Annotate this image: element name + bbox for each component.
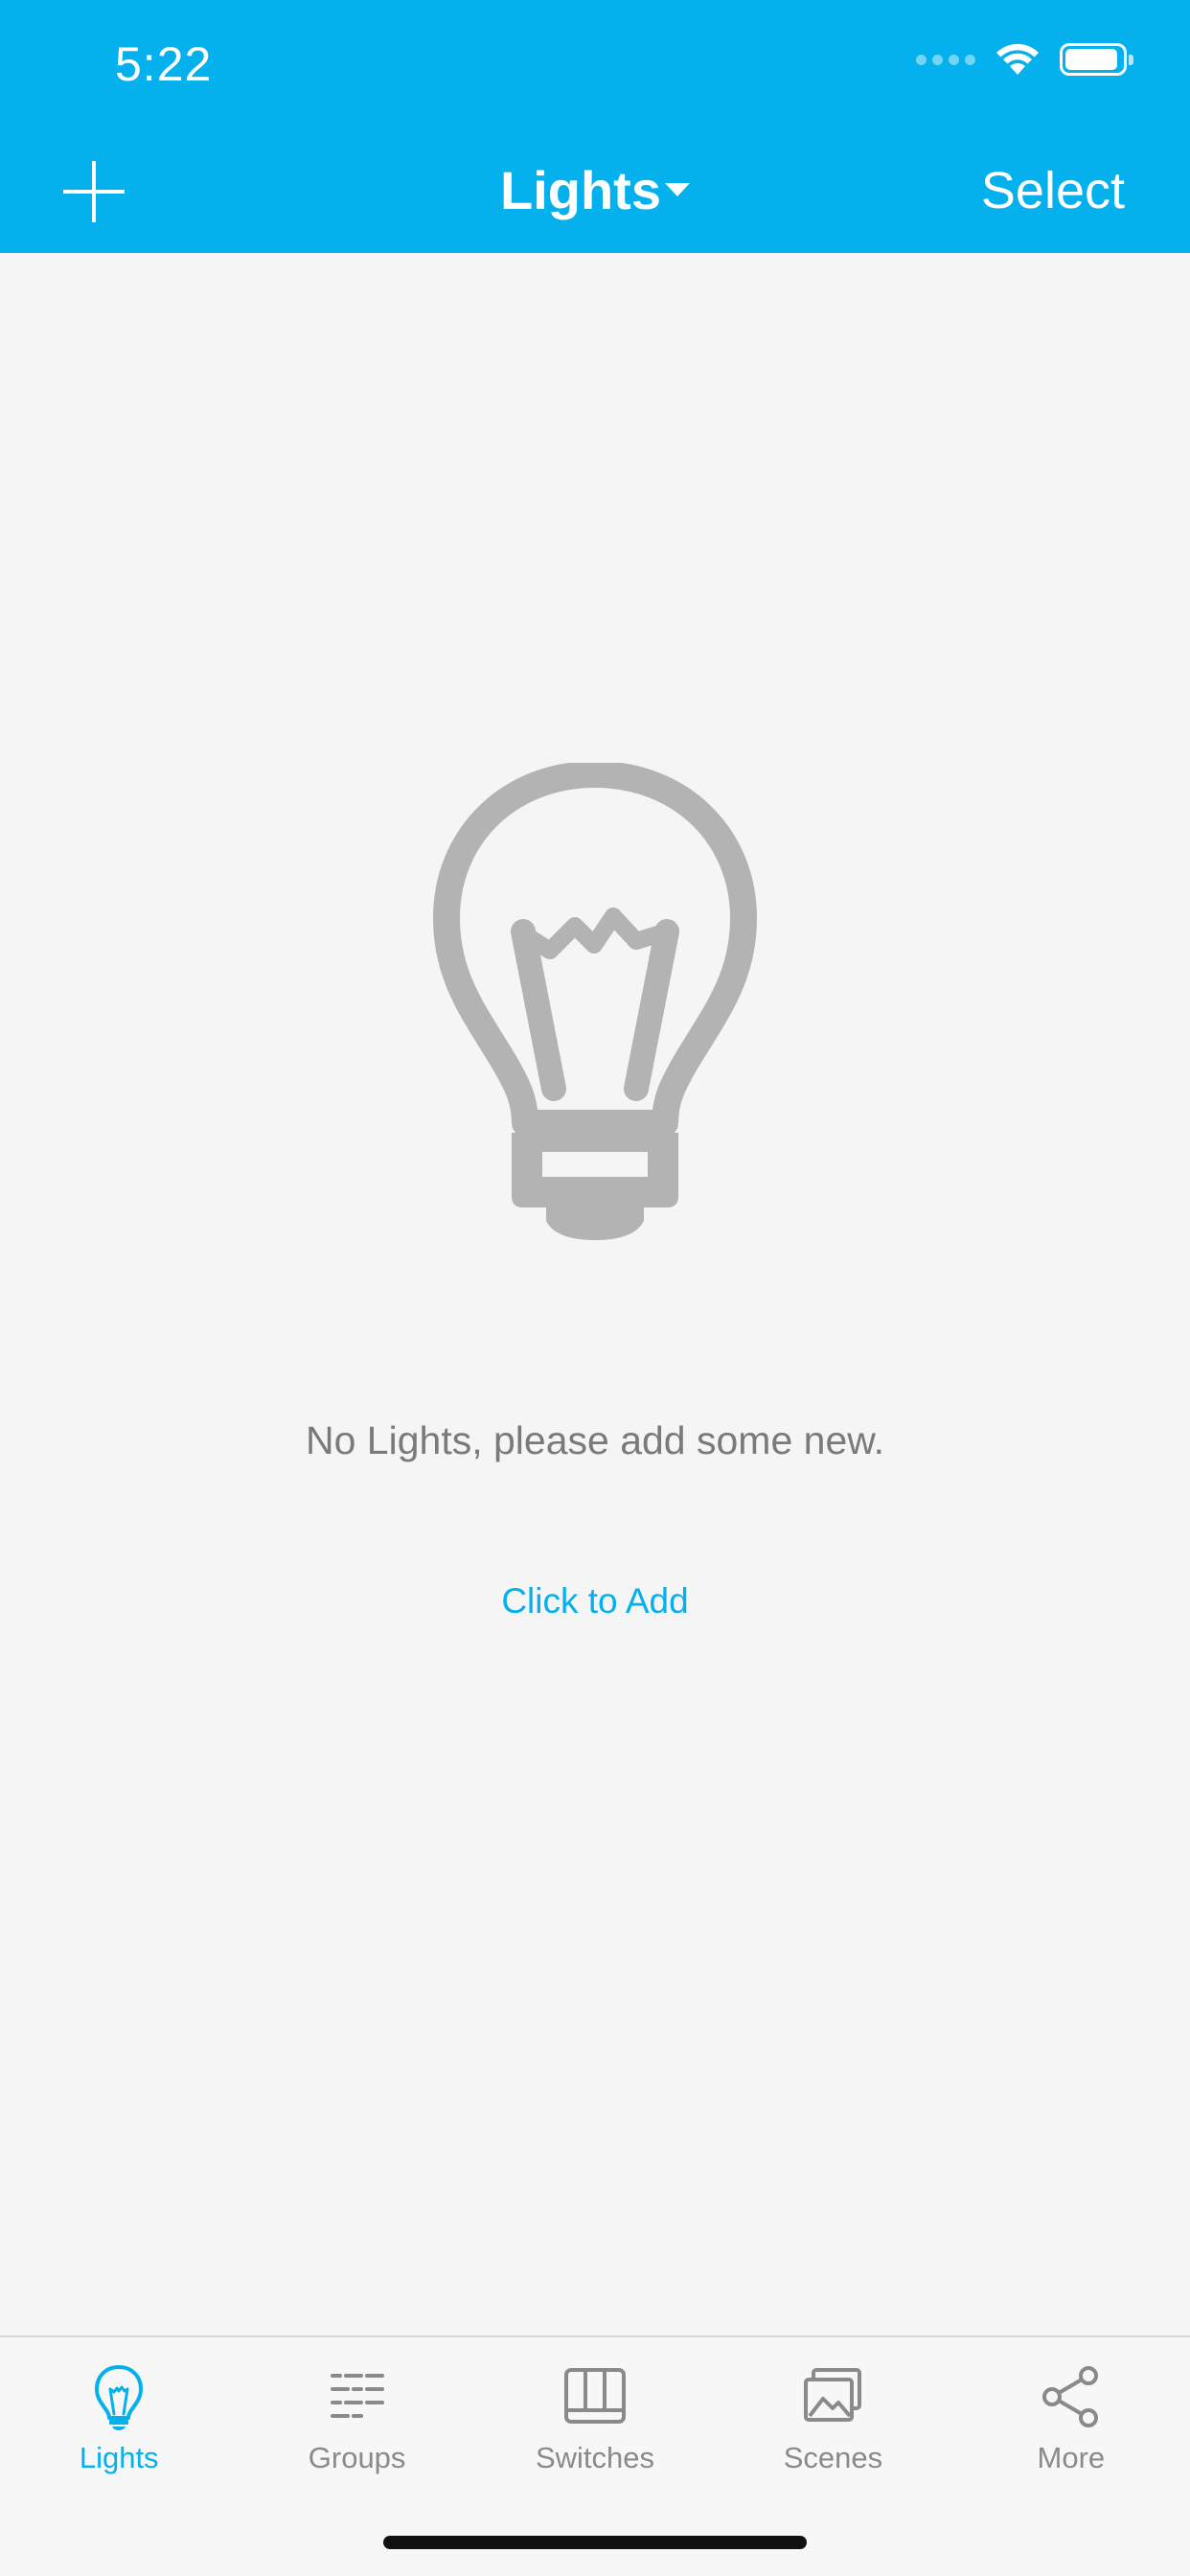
battery-icon	[1060, 43, 1133, 76]
add-button[interactable]	[59, 157, 128, 226]
tab-label: Scenes	[783, 2441, 883, 2474]
lightbulb-icon	[95, 2365, 144, 2430]
caret-down-icon	[664, 183, 690, 197]
page-title: Lights	[500, 160, 661, 220]
tab-label: Groups	[308, 2441, 406, 2474]
plus-icon	[63, 161, 125, 222]
empty-state-message: No Lights, please add some new.	[306, 1418, 884, 1462]
title-dropdown[interactable]: Lights	[394, 157, 796, 224]
share-nodes-icon	[1041, 2366, 1098, 2427]
top-bar: 5:22 Lights Select	[0, 0, 1190, 253]
wifi-icon	[996, 43, 1039, 75]
tab-label: More	[1037, 2441, 1106, 2474]
click-to-add-link[interactable]: Click to Add	[451, 1581, 739, 1622]
tab-label: Lights	[79, 2441, 159, 2474]
tab-label: Switches	[535, 2441, 655, 2474]
status-time: 5:22	[115, 37, 213, 91]
switch-icon	[564, 2368, 627, 2424]
scenes-image-icon	[804, 2368, 862, 2422]
select-button[interactable]: Select	[981, 157, 1125, 224]
status-icons	[916, 42, 1133, 77]
home-indicator	[383, 2536, 807, 2549]
battery-level	[1065, 49, 1117, 70]
lightbulb-icon	[433, 763, 757, 1240]
cellular-signal-icon	[916, 54, 975, 65]
tab-more[interactable]: More	[952, 2337, 1190, 2576]
groups-list-icon	[330, 2374, 384, 2418]
tab-lights[interactable]: Lights	[0, 2337, 238, 2576]
